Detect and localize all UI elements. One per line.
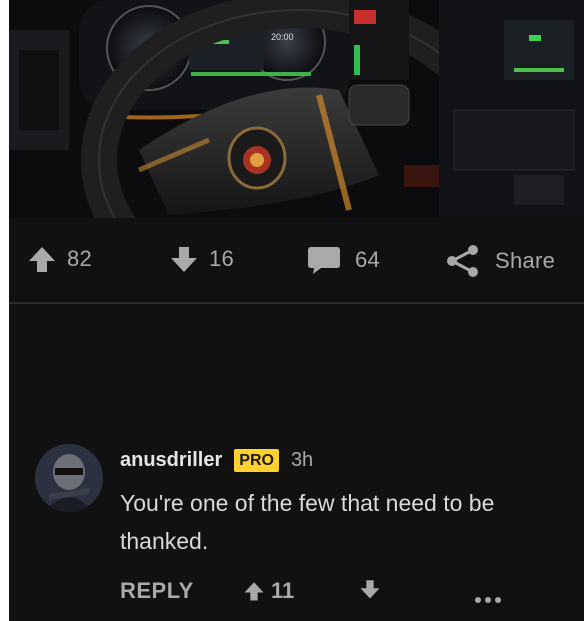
more-options-button[interactable] xyxy=(474,584,502,610)
comment-bubble-icon xyxy=(308,247,340,274)
arrow-up-icon xyxy=(244,582,264,601)
reply-button[interactable]: REPLY xyxy=(120,578,194,604)
arrow-down-icon xyxy=(360,580,380,599)
comment-downvote-button[interactable] xyxy=(359,578,381,600)
post-image[interactable]: 20:00 200 xyxy=(9,0,584,328)
comment-upvote-button[interactable]: 11 xyxy=(243,578,294,604)
arrow-down-icon xyxy=(171,247,197,272)
post-action-bar: 82 16 64 Share xyxy=(9,218,584,304)
pro-badge: PRO xyxy=(234,449,279,472)
share-icon xyxy=(447,245,478,277)
comment-count: 64 xyxy=(355,247,381,272)
downvote-button[interactable]: 16 xyxy=(169,244,234,274)
more-dots-icon xyxy=(475,597,501,603)
screen: 20:00 200 xyxy=(9,0,584,621)
comment-text: You're one of the few that need to be th… xyxy=(120,490,495,554)
downvote-count: 16 xyxy=(209,246,235,271)
avatar[interactable] xyxy=(35,444,103,512)
username[interactable]: anusdriller xyxy=(120,449,222,472)
comment-meta: anusdriller PRO 3h xyxy=(120,449,313,472)
comments-button[interactable]: 64 xyxy=(307,244,380,276)
upvote-count: 82 xyxy=(67,246,93,271)
dashboard-photo: 20:00 200 xyxy=(9,0,584,328)
share-label: Share xyxy=(495,248,556,273)
cluster-time: 20:00 xyxy=(271,32,294,42)
upvote-button[interactable]: 82 xyxy=(27,244,92,274)
share-button[interactable]: Share xyxy=(445,244,555,278)
comment-score: 11 xyxy=(271,578,295,603)
avatar-image xyxy=(35,444,103,512)
arrow-up-icon xyxy=(29,247,55,272)
comment-time: 3h xyxy=(290,449,314,471)
divider xyxy=(9,302,584,304)
comment-footer: REPLY 11 xyxy=(9,570,584,610)
